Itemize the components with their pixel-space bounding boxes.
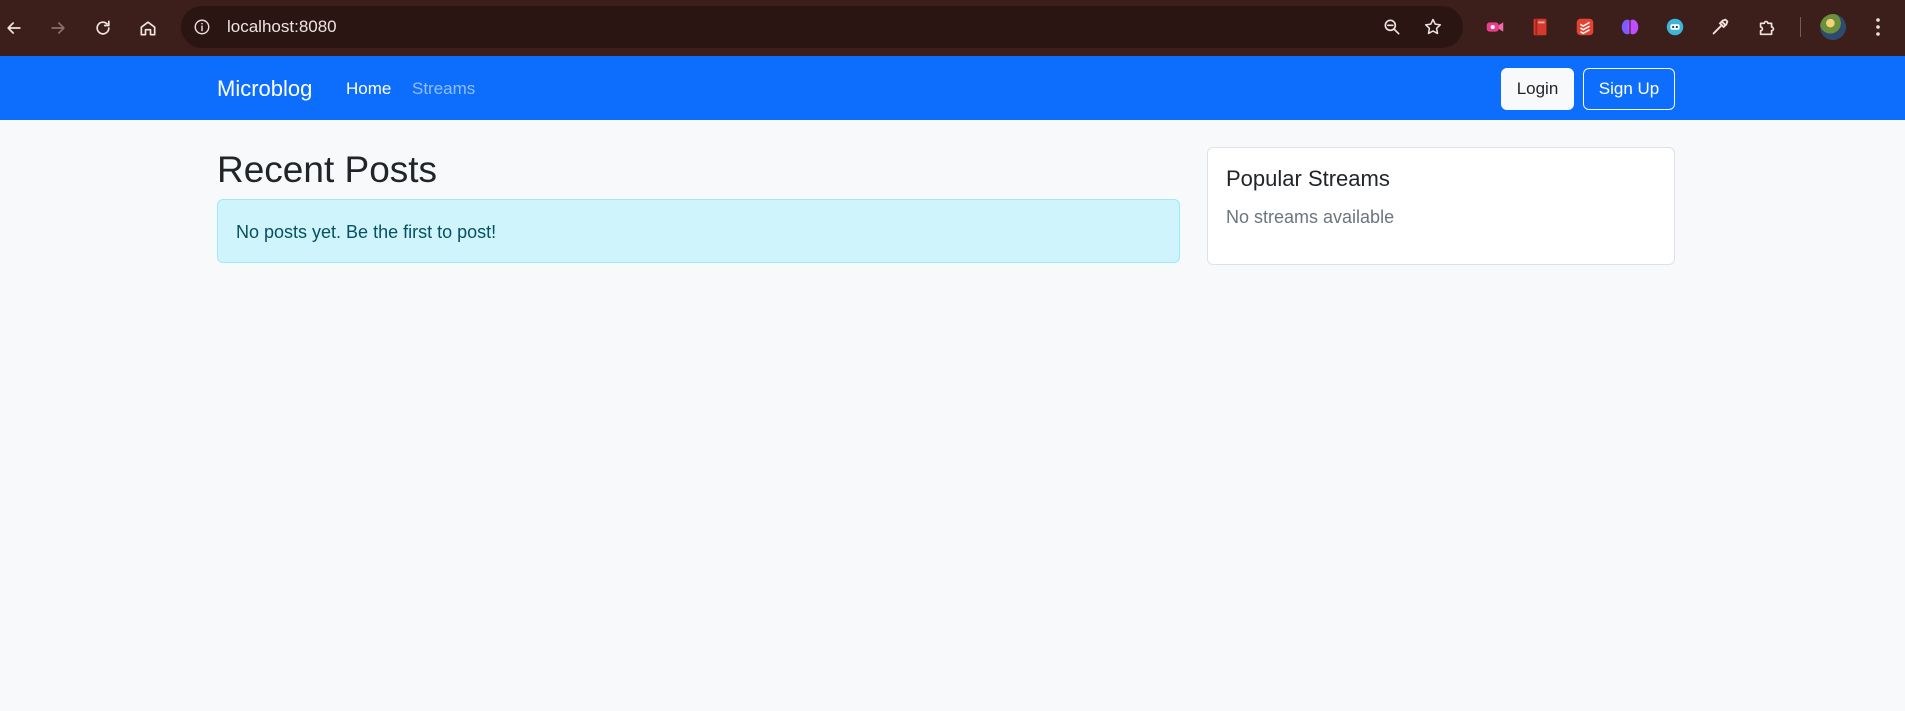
robot-extension-icon[interactable] xyxy=(1663,15,1687,39)
puzzle-extensions-icon[interactable] xyxy=(1755,15,1779,39)
card-title: Popular Streams xyxy=(1226,166,1390,191)
app-navbar: Microblog Home Streams Login Sign Up xyxy=(0,56,1905,120)
menu-dots-icon[interactable] xyxy=(1868,14,1888,40)
address-bar[interactable]: localhost:8080 xyxy=(181,6,1463,48)
reload-icon[interactable] xyxy=(89,14,117,42)
zoom-out-icon[interactable] xyxy=(1381,16,1403,38)
login-button[interactable]: Login xyxy=(1501,68,1574,110)
nav-link-home[interactable]: Home xyxy=(346,79,391,99)
book-extension-icon[interactable] xyxy=(1528,15,1552,39)
popular-streams-card: Popular Streams No streams available xyxy=(1207,147,1675,265)
signup-button[interactable]: Sign Up xyxy=(1583,68,1675,110)
url-text[interactable]: localhost:8080 xyxy=(227,17,337,37)
star-icon[interactable] xyxy=(1422,16,1444,38)
todoist-extension-icon[interactable] xyxy=(1573,15,1597,39)
video-extension-icon[interactable] xyxy=(1483,15,1507,39)
home-icon[interactable] xyxy=(134,14,162,42)
back-icon[interactable] xyxy=(0,14,28,42)
card-text: No streams available xyxy=(1226,207,1395,227)
page-title: Recent Posts xyxy=(217,149,438,190)
forward-icon[interactable] xyxy=(44,14,72,42)
info-icon[interactable] xyxy=(192,17,212,37)
profile-avatar[interactable] xyxy=(1820,14,1846,40)
eyedropper-extension-icon[interactable] xyxy=(1708,15,1732,39)
brain-extension-icon[interactable] xyxy=(1618,15,1642,39)
nav-link-streams[interactable]: Streams xyxy=(412,79,475,99)
brand-link[interactable]: Microblog xyxy=(217,76,312,102)
empty-posts-alert: No posts yet. Be the first to post! xyxy=(217,199,1180,263)
browser-toolbar: localhost:8080 xyxy=(0,0,1905,56)
toolbar-divider xyxy=(1800,17,1801,37)
